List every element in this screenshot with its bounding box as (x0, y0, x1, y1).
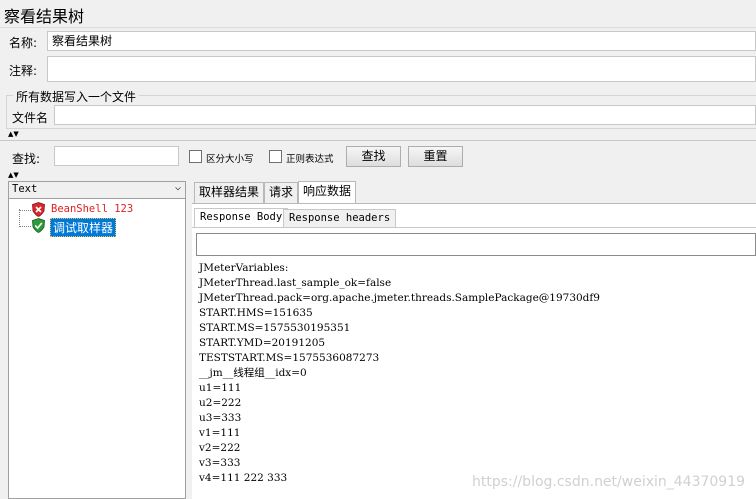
response-line: JMeterThread.last_sample_ok=false (199, 277, 392, 289)
watermark: https://blog.csdn.net/weixin_44370919 (472, 474, 746, 490)
search-input[interactable] (54, 146, 179, 166)
response-line: START.YMD=20191205 (199, 337, 326, 349)
response-line: TESTSTART.MS=1575536087273 (199, 352, 380, 364)
file-group-title: 所有数据写入一个文件 (13, 88, 140, 105)
comment-field[interactable] (47, 56, 756, 82)
response-line: v1=111 (199, 427, 241, 439)
tree-item-debug-sampler[interactable]: 调试取样器 (31, 218, 181, 237)
subtab-response-body[interactable]: Response Body (194, 208, 289, 227)
tree-item-beanshell[interactable]: BeanShell 123 (31, 202, 181, 217)
response-line: u2=222 (199, 397, 242, 409)
renderer-select[interactable]: Text ⌵ (9, 182, 185, 199)
find-button[interactable]: 查找 (346, 146, 401, 167)
renderer-value: Text (12, 183, 38, 195)
regex-checkbox[interactable] (269, 150, 282, 163)
tab-sampler-result[interactable]: 取样器结果 (194, 182, 265, 203)
case-sensitive-label: 区分大小写 (206, 154, 254, 165)
subtab-response-headers[interactable]: Response headers (283, 209, 397, 227)
collapse-up-icon[interactable]: ▲▼ (8, 131, 19, 138)
title-divider (0, 27, 756, 28)
tree-connector (19, 210, 31, 211)
filename-field[interactable] (54, 105, 756, 125)
name-label: 名称: (9, 36, 38, 50)
response-line: v2=222 (199, 442, 241, 454)
ok-shield-icon (32, 218, 45, 233)
tab-response-data[interactable]: 响应数据 (298, 181, 357, 204)
response-line: JMeterVariables: (199, 262, 289, 274)
subtab-divider (192, 227, 756, 228)
response-body-text[interactable]: JMeterVariables: JMeterThread.last_sample… (196, 261, 756, 499)
response-line: JMeterThread.pack=org.apache.jmeter.thre… (199, 292, 600, 304)
tree-item-label: 调试取样器 (50, 218, 117, 237)
tree-connector (19, 226, 31, 227)
name-field[interactable]: 察看结果树 (47, 31, 756, 51)
reset-button[interactable]: 重置 (408, 146, 463, 167)
collapse-down-icon[interactable]: ▲▼ (8, 172, 19, 179)
response-line: v3=333 (199, 457, 241, 469)
response-line: __jm__线程组__idx=0 (199, 367, 307, 379)
comment-label: 注释: (9, 64, 38, 78)
tab-request[interactable]: 请求 (264, 182, 299, 203)
case-sensitive-checkbox[interactable] (189, 150, 202, 163)
search-label: 查找: (12, 152, 41, 166)
splitter[interactable] (0, 140, 756, 141)
response-line: START.MS=1575530195351 (199, 322, 351, 334)
file-label: 文件名 (12, 111, 49, 125)
error-shield-icon (32, 202, 45, 217)
tree-connector (19, 209, 20, 227)
tree-item-label: BeanShell 123 (51, 203, 134, 215)
regex-label: 正则表达式 (286, 154, 334, 165)
response-search-input[interactable] (196, 233, 756, 256)
window-title: 察看结果树 (4, 7, 85, 26)
response-line: u3=333 (199, 412, 242, 424)
response-line: START.HMS=151635 (199, 307, 313, 319)
chevron-down-icon: ⌵ (174, 182, 181, 193)
response-line: u1=111 (199, 382, 242, 394)
